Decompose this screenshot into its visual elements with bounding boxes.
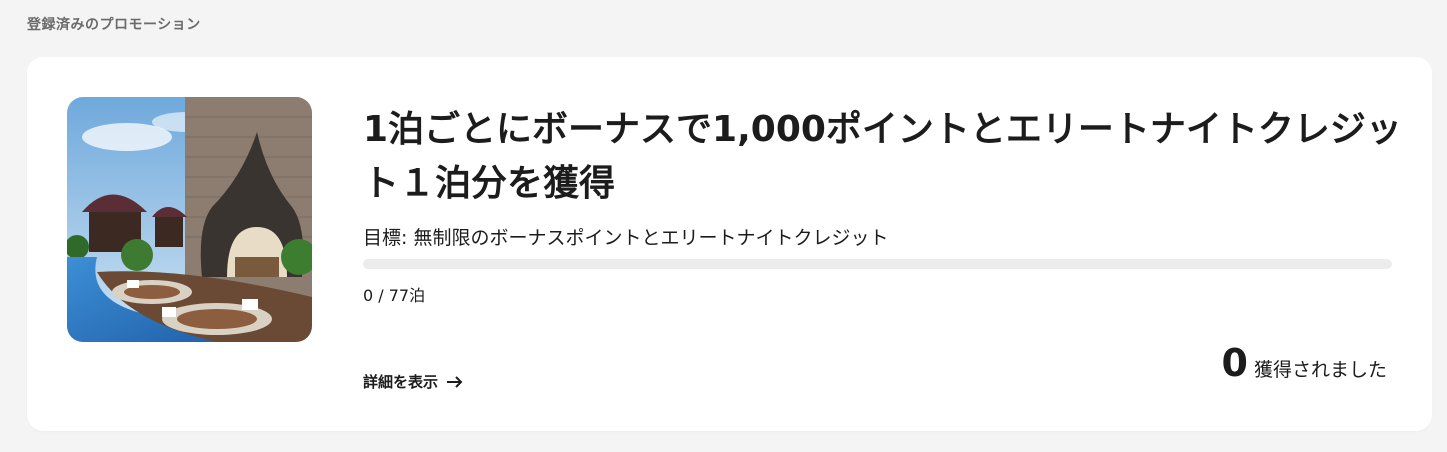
progress-text: 0 / 77泊 [363,286,426,305]
promotion-goal: 目標: 無制限のボーナスポイントとエリートナイトクレジット [363,227,889,249]
view-details-link[interactable]: 詳細を表示 [363,371,464,392]
earned-label: 獲得されました [1253,359,1387,381]
view-details-label: 詳細を表示 [363,373,439,391]
promotion-image [67,97,312,342]
section-title: 登録済みのプロモーション [27,17,201,33]
progress-bar [363,259,1392,269]
earned-count: 0 [1221,341,1248,385]
arrow-right-icon [446,375,464,389]
earned-summary: 0 獲得されました [1222,341,1387,385]
promotion-card: 1泊ごとにボーナスで1,000ポイントとエリートナイトクレジット１泊分を獲得 目… [27,57,1432,431]
promotion-headline: 1泊ごとにボーナスで1,000ポイントとエリートナイトクレジット１泊分を獲得 [363,109,1402,204]
